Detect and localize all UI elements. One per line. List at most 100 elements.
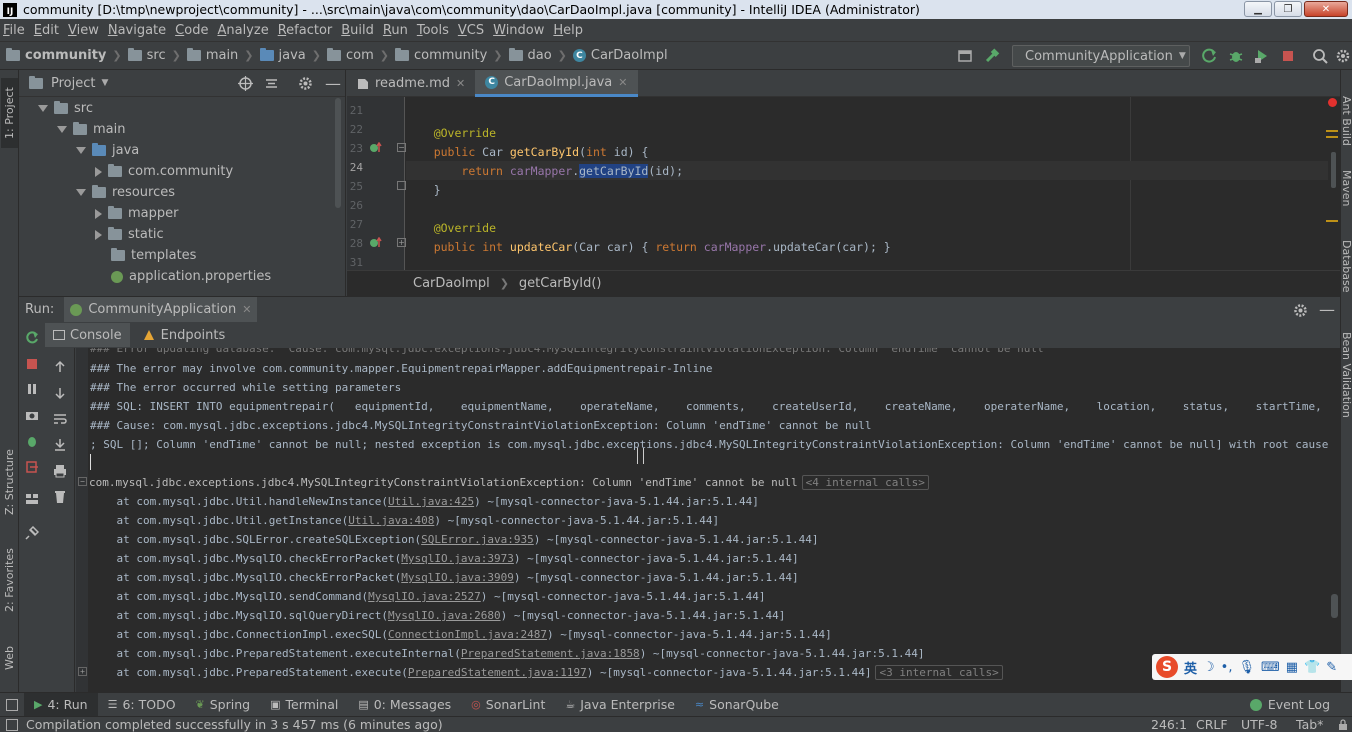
breadcrumb-src[interactable]: src <box>127 48 166 63</box>
subtab-console[interactable]: Console <box>45 323 130 347</box>
tool-tab-database[interactable]: Database <box>1341 240 1352 293</box>
breadcrumb-community-root[interactable]: community <box>6 48 106 63</box>
search-everywhere-icon[interactable] <box>1312 48 1328 64</box>
tool-window-toggle-icon[interactable] <box>6 698 18 711</box>
rerun-icon[interactable] <box>1202 48 1218 64</box>
indent-setting[interactable]: Tab* <box>1296 717 1323 732</box>
exit-icon[interactable] <box>25 460 39 474</box>
bottom-tab-sonarlint[interactable]: ◎ SonarLint <box>461 693 555 716</box>
pin-icon[interactable] <box>25 526 39 540</box>
tab-cardaoimpl-java[interactable]: C CarDaoImpl.java ✕ <box>475 70 638 97</box>
skin-icon[interactable]: ▦ <box>1286 660 1298 675</box>
bottom-tab-spring[interactable]: ❦ Spring <box>186 693 261 716</box>
editor-crumb-method[interactable]: getCarById() <box>519 276 602 291</box>
unfold-icon[interactable]: + <box>78 667 87 676</box>
tool-tab-project[interactable]: 1: Project <box>1 78 18 148</box>
print-icon[interactable] <box>53 464 67 478</box>
breadcrumb-main[interactable]: main <box>186 48 238 63</box>
menu-tools[interactable]: Tools <box>414 23 455 38</box>
breadcrumb-cardaoimpl[interactable]: C CarDaoImpl <box>572 48 668 63</box>
event-log-button[interactable]: Event Log <box>1249 697 1352 712</box>
breadcrumb-java[interactable]: java <box>259 48 306 63</box>
tool-tab-favorites[interactable]: 2: Favorites <box>1 540 18 620</box>
menu-refactor[interactable]: Refactor <box>275 23 339 38</box>
editor-scrollbar[interactable] <box>1331 152 1336 188</box>
debug-icon[interactable] <box>1228 48 1244 64</box>
collapse-all-icon[interactable] <box>264 76 279 91</box>
run-tab-communityapplication[interactable]: CommunityApplication ✕ <box>64 297 258 322</box>
line-separator[interactable]: CRLF <box>1196 717 1228 732</box>
tree-node-resources[interactable]: resources <box>76 182 175 203</box>
restart-bug-icon[interactable] <box>25 434 39 448</box>
tree-node-application-properties[interactable]: application.properties <box>95 266 271 287</box>
source-link[interactable]: Util.java:425 <box>388 495 474 508</box>
project-scrollbar[interactable] <box>335 98 341 208</box>
locate-file-icon[interactable] <box>238 76 253 91</box>
dump-threads-icon[interactable] <box>25 408 39 422</box>
expanded-arrow-icon[interactable] <box>76 147 86 154</box>
hide-panel-icon[interactable]: — <box>325 74 341 93</box>
collapsed-arrow-icon[interactable] <box>95 166 102 177</box>
tab-readme-md[interactable]: readme.md ✕ <box>347 70 475 97</box>
menu-analyze[interactable]: Analyze <box>214 23 274 38</box>
subtab-endpoints[interactable]: Endpoints <box>134 323 234 347</box>
run-configuration-select[interactable]: CommunityApplication ▼ <box>1012 45 1190 67</box>
tool-tab-structure[interactable]: Z: Structure <box>1 442 18 522</box>
hide-run-panel-icon[interactable]: — <box>1319 300 1335 319</box>
moon-icon[interactable]: ☽ <box>1203 660 1215 675</box>
scroll-down-icon[interactable] <box>53 386 67 400</box>
maximize-button[interactable]: ❐ <box>1274 1 1302 17</box>
bottom-tab-java-enterprise[interactable]: ☕ Java Enterprise <box>555 693 685 716</box>
internal-calls-fold[interactable]: <4 internal calls> <box>801 475 929 490</box>
console-output[interactable]: − + ### Error updating database. Cause: … <box>76 348 1340 692</box>
bottom-tab-0-messages[interactable]: ▤ 0: Messages <box>348 693 461 716</box>
build-hammer-icon[interactable] <box>984 48 1000 64</box>
stop-icon[interactable] <box>25 357 39 371</box>
project-panel-title[interactable]: Project <box>51 76 95 91</box>
scroll-up-icon[interactable] <box>53 360 67 374</box>
breadcrumb-com[interactable]: com <box>326 48 374 63</box>
console-scrollbar[interactable] <box>1331 594 1338 618</box>
tree-node-templates[interactable]: templates <box>95 245 196 266</box>
caret-position[interactable]: 246:1 <box>1151 717 1187 732</box>
bottom-tab-sonarqube[interactable]: ≈ SonarQube <box>685 693 789 716</box>
tree-node-com-community[interactable]: com.community <box>95 161 233 182</box>
close-tab-icon[interactable]: ✕ <box>456 77 465 90</box>
ime-toolbar[interactable]: S 英 ☽ •, 🎙 ⌨ ▦ 👕 ✎ <box>1152 654 1352 680</box>
source-link[interactable]: Util.java:408 <box>348 514 434 527</box>
internal-calls-fold[interactable]: <3 internal calls> <box>875 665 1003 680</box>
override-marker-icon[interactable] <box>369 237 383 249</box>
rerun-icon[interactable] <box>25 331 39 345</box>
code-view[interactable]: @Override public Car getCarById(int id) … <box>406 97 1328 270</box>
tree-node-mapper[interactable]: mapper <box>95 203 178 224</box>
menu-view[interactable]: View <box>65 23 105 38</box>
breadcrumb-dao[interactable]: dao <box>508 48 552 63</box>
status-toggle-icon[interactable] <box>6 718 18 731</box>
settings-gear-icon[interactable] <box>1336 48 1350 64</box>
breadcrumb-community-package[interactable]: community <box>394 48 487 63</box>
bottom-tab-6-todo[interactable]: ☰ 6: TODO <box>98 693 186 716</box>
expanded-arrow-icon[interactable] <box>57 126 67 133</box>
fold-icon[interactable]: − <box>78 477 87 486</box>
layout-icon[interactable] <box>25 492 39 506</box>
unfold-icon[interactable]: + <box>397 238 406 247</box>
source-link[interactable]: ConnectionImpl.java:2487 <box>388 628 547 641</box>
lock-icon[interactable] <box>1338 719 1348 731</box>
pause-icon[interactable] <box>25 382 39 396</box>
tool-tab-maven[interactable]: Maven <box>1341 170 1352 206</box>
punctuation-icon[interactable]: •, <box>1221 660 1233 675</box>
source-link[interactable]: PreparedStatement.java:1858 <box>461 647 640 660</box>
minimize-button[interactable]: ▁ <box>1244 1 1272 17</box>
bottom-tab-4-run[interactable]: ▶ 4: Run <box>24 693 98 716</box>
run-with-coverage-icon[interactable] <box>1254 48 1270 64</box>
menu-window[interactable]: Window <box>490 23 550 38</box>
tree-node-static[interactable]: static <box>95 224 164 245</box>
collapsed-arrow-icon[interactable] <box>95 229 102 240</box>
project-view-dropdown-icon[interactable]: ▼ <box>101 78 108 88</box>
sogou-ime-logo[interactable]: S <box>1156 656 1178 678</box>
source-link[interactable]: MysqlIO.java:2527 <box>368 590 481 603</box>
source-link[interactable]: PreparedStatement.java:1197 <box>408 666 587 679</box>
tree-node-main[interactable]: main <box>57 119 125 140</box>
collapsed-arrow-icon[interactable] <box>95 208 102 219</box>
close-tab-icon[interactable]: ✕ <box>242 303 251 316</box>
